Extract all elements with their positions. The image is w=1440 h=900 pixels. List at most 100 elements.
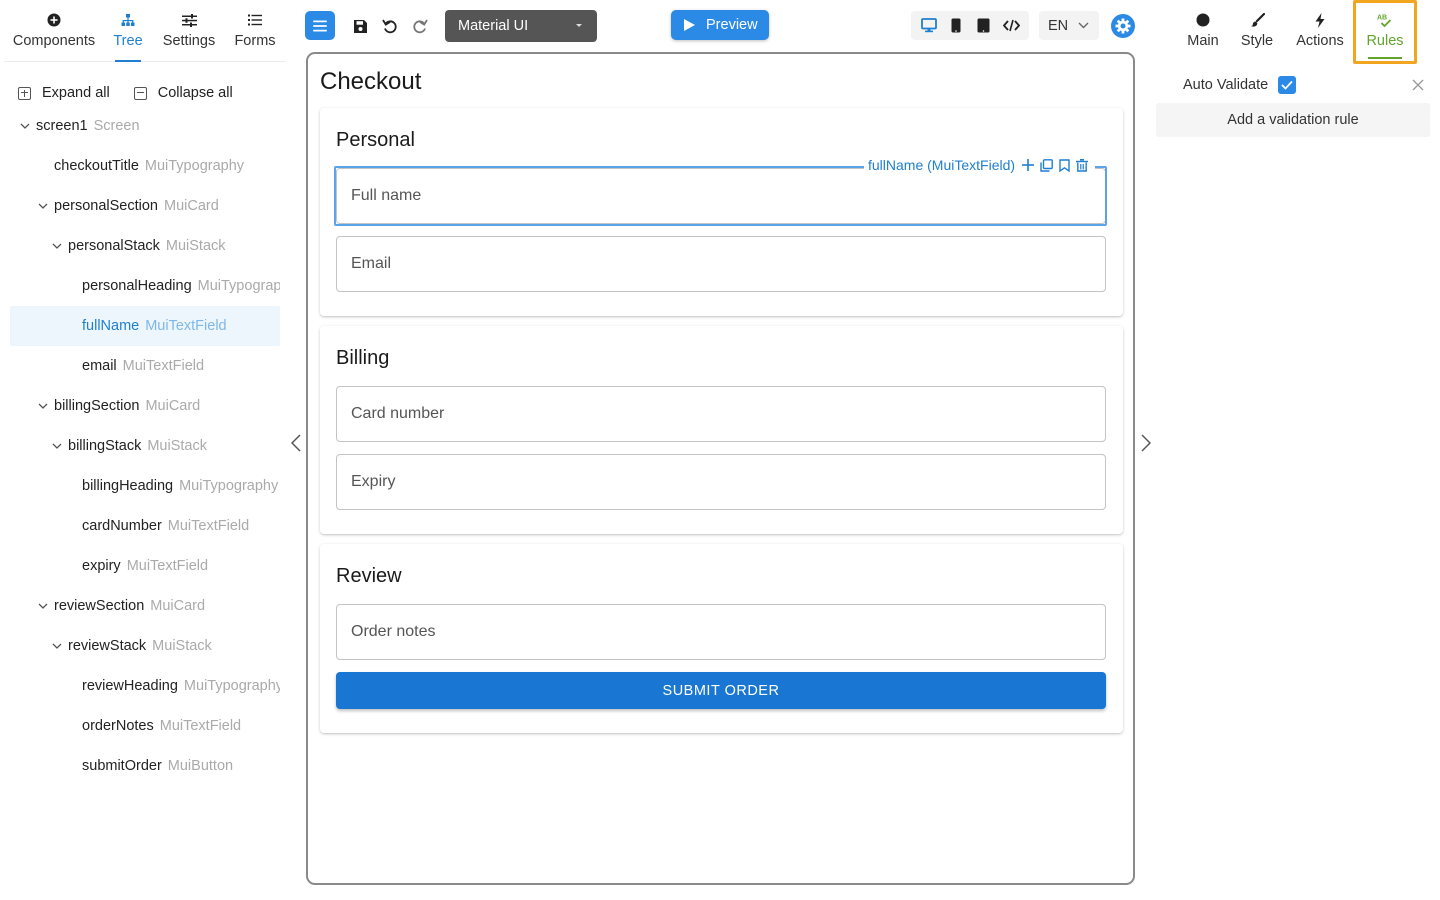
card-number-field[interactable]: Card number [336,386,1106,442]
mobile-view-button[interactable] [943,13,969,39]
collapse-left-panel-button[interactable] [288,432,304,454]
personal-section-card[interactable]: Personal Full name Email fullName (MuiTe… [320,108,1123,316]
tree-node[interactable]: personalStack MuiStack [10,226,280,266]
code-view-button[interactable] [998,13,1024,39]
duplicate-button[interactable] [1037,156,1055,174]
tree-node-type: MuiTypography [197,278,280,294]
chevron-down-icon[interactable] [18,119,32,133]
list-icon [248,12,262,28]
code-icon [1002,19,1020,32]
tree-node[interactable]: billingSection MuiCard [10,386,280,426]
review-section-card[interactable]: Review Order notes SUBMIT ORDER [320,544,1123,733]
mobile-icon [951,18,961,33]
tree-node[interactable]: reviewHeading MuiTypography [10,666,280,706]
undo-button[interactable] [376,12,404,40]
chevron-down-icon[interactable] [50,239,64,253]
review-heading[interactable]: Review [336,565,402,588]
theme-select-value: Material UI [458,18,529,34]
tab-forms[interactable]: Forms [226,0,284,62]
email-field[interactable]: Email [336,236,1106,292]
tree-node[interactable]: reviewStack MuiStack [10,626,280,666]
chevron-down-icon[interactable] [50,439,64,453]
close-rules-button[interactable] [1411,78,1425,92]
tree-node-name: submitOrder [82,758,162,774]
delete-button[interactable] [1073,156,1091,174]
tablet-view-button[interactable] [971,13,997,39]
spellcheck-icon: AB [1377,12,1393,28]
redo-button[interactable] [406,12,434,40]
tree-node-type: MuiTextField [122,358,205,374]
add-child-button[interactable] [1019,156,1037,174]
right-tab-bar: Main Style Actions AB Rules [1155,0,1440,64]
tab-settings[interactable]: Settings [152,0,226,62]
chevron-down-icon[interactable] [50,639,64,653]
tree-node-name: checkoutTitle [54,158,139,174]
chevron-down-icon[interactable] [36,199,50,213]
gear-icon [1111,14,1135,38]
left-tab-bar: Components Tree Settings Forms [4,0,286,62]
desktop-view-button[interactable] [916,13,942,39]
sliders-icon [181,12,197,28]
order-notes-field[interactable]: Order notes [336,604,1106,660]
tree-node[interactable]: cardNumber MuiTextField [10,506,280,546]
chevron-down-icon [1078,22,1089,29]
billing-section-card[interactable]: Billing Card number Expiry [320,326,1123,534]
language-select[interactable]: EN [1039,11,1099,40]
tree-node-type: Screen [93,118,140,134]
tab-tree[interactable]: Tree [104,0,152,62]
bookmark-button[interactable] [1055,156,1073,174]
tab-rules[interactable]: AB Rules [1353,0,1417,64]
add-validation-rule-button[interactable]: Add a validation rule [1156,103,1430,137]
tree-node[interactable]: reviewSection MuiCard [10,586,280,626]
tree-node[interactable]: billingHeading MuiTypography [10,466,280,506]
tree-node-type: MuiTypography [179,478,279,494]
preview-button[interactable]: Preview [671,10,769,40]
top-toolbar: Material UI Preview EN [290,0,1150,52]
checkout-title[interactable]: Checkout [320,68,421,96]
tree-node[interactable]: personalSection MuiCard [10,186,280,226]
play-icon [684,19,695,31]
design-canvas[interactable]: Checkout Personal Full name Email fullNa… [306,52,1135,885]
tree-node[interactable]: submitOrder MuiButton [10,746,280,786]
tab-components[interactable]: Components [4,0,104,62]
settings-button[interactable] [1108,11,1138,41]
tab-main-label: Main [1187,33,1219,49]
tree-node[interactable]: expiry MuiTextField [10,546,280,586]
personal-heading[interactable]: Personal [336,129,415,152]
tree-node-name: personalStack [68,238,160,254]
tree-node[interactable]: orderNotes MuiTextField [10,706,280,746]
tree-node[interactable]: fullName MuiTextField [10,306,280,346]
chevron-down-icon[interactable] [36,599,50,613]
bolt-icon [1315,12,1325,28]
auto-validate-checkbox[interactable] [1278,76,1297,94]
menu-button[interactable] [305,11,335,40]
brush-icon [1250,12,1265,28]
tree-node[interactable]: billingStack MuiStack [10,426,280,466]
collapse-all-button[interactable]: Collapse all [133,80,233,106]
circle-icon [1196,12,1210,28]
tree-node-type: MuiStack [165,238,226,254]
device-switcher [911,11,1029,40]
full-name-field[interactable]: Full name [336,168,1106,224]
tree-node[interactable]: personalHeading MuiTypography [10,266,280,306]
tab-rules-label: Rules [1366,33,1404,49]
tab-main[interactable]: Main [1177,0,1229,64]
chevron-down-icon[interactable] [36,399,50,413]
tree-node[interactable]: screen1 Screen [10,106,280,146]
tree-node-type: MuiStack [147,438,207,454]
tab-style[interactable]: Style [1235,0,1279,64]
collapse-right-panel-button[interactable] [1138,432,1154,454]
tree-node[interactable]: checkoutTitle MuiTypography [10,146,280,186]
theme-select[interactable]: Material UI [445,10,597,42]
billing-heading[interactable]: Billing [336,347,389,370]
tree-node[interactable]: email MuiTextField [10,346,280,386]
tab-tree-label: Tree [113,33,143,49]
sitemap-icon [121,12,135,28]
tab-actions[interactable]: Actions [1291,0,1349,64]
expand-all-button[interactable]: Expand all [18,80,110,106]
expiry-field[interactable]: Expiry [336,454,1106,510]
submit-order-button[interactable]: SUBMIT ORDER [336,672,1106,709]
tree-node-name: billingStack [68,438,142,454]
save-button[interactable] [346,12,374,40]
auto-validate-label: Auto Validate [1183,77,1269,93]
